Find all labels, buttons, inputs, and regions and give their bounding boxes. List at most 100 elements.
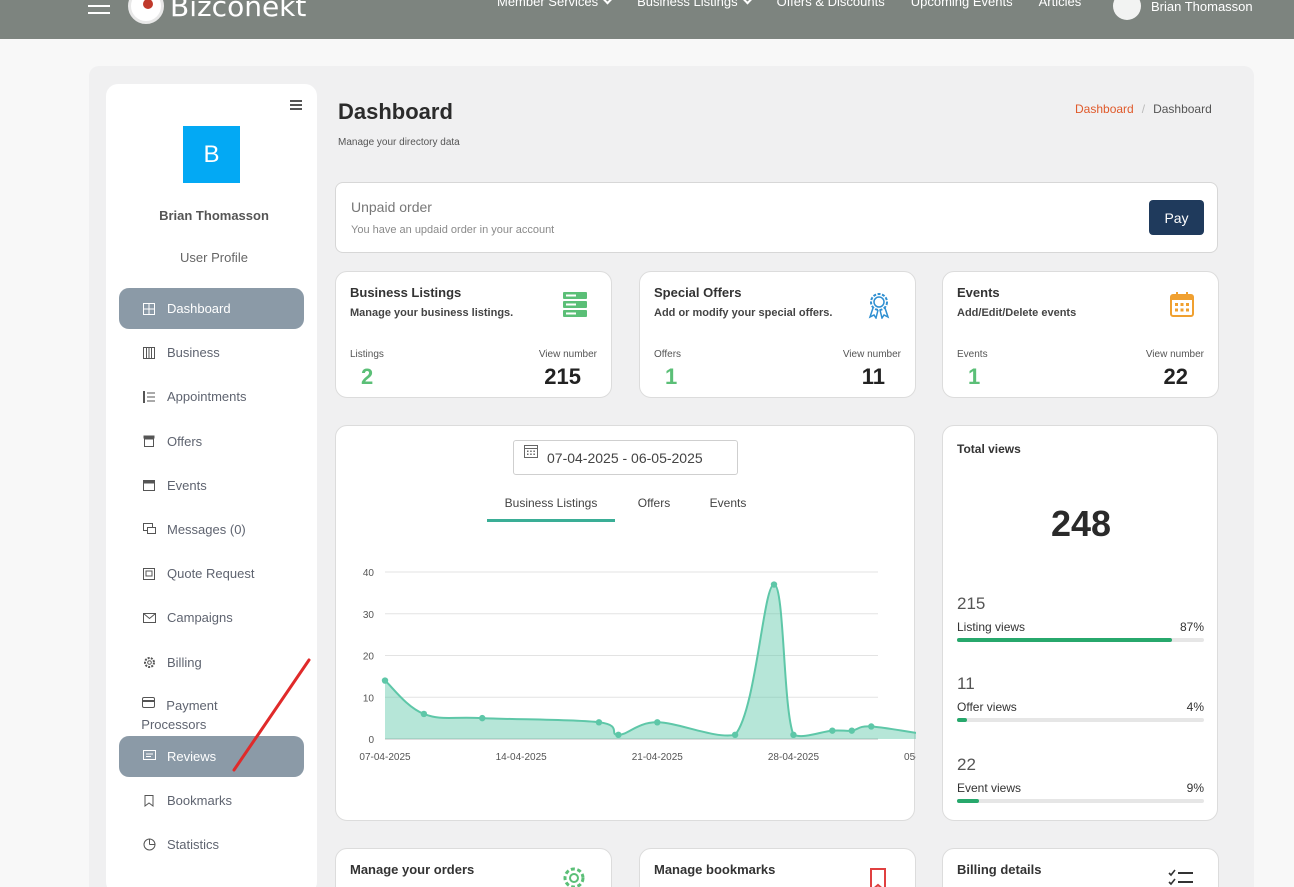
sidebar-item-offers[interactable]: Offers bbox=[119, 421, 304, 462]
offer-views-label: Offer views bbox=[957, 700, 1017, 714]
events-card[interactable]: Events Add/Edit/Delete events Events 1 V… bbox=[942, 271, 1219, 398]
breadcrumb-separator: / bbox=[1141, 102, 1146, 116]
sidebar-item-label: Offers bbox=[167, 433, 203, 449]
total-views-title: Total views bbox=[957, 442, 1021, 456]
sidebar-item-bookmarks[interactable]: Bookmarks bbox=[119, 780, 304, 821]
unpaid-order-text: You have an updaid order in your account bbox=[351, 224, 555, 236]
user-menu[interactable]: Brian Thomasson bbox=[1113, 0, 1253, 20]
top-navbar: Bizconekt Member Services Business Listi… bbox=[0, 0, 1294, 39]
nav-label: Offers & Discounts bbox=[776, 0, 885, 9]
user-profile-link[interactable]: User Profile bbox=[106, 250, 322, 265]
view-number-label: View number bbox=[1145, 349, 1204, 360]
nav-label: Articles bbox=[1038, 0, 1082, 9]
events-label: Events bbox=[957, 349, 988, 360]
card-title: Manage bookmarks bbox=[654, 862, 776, 877]
sidebar-item-label: Dashboard bbox=[167, 301, 231, 316]
sidebar-item-dashboard[interactable]: Dashboard bbox=[119, 288, 304, 329]
x-tick-label: 07-04-2025 bbox=[359, 752, 411, 763]
sidebar-item-label: Messages (0) bbox=[167, 521, 246, 537]
sidebar-item-appointments[interactable]: Appointments bbox=[119, 376, 304, 417]
messages-icon bbox=[142, 522, 156, 536]
sidebar-item-events[interactable]: Events bbox=[119, 465, 304, 506]
sidebar-item-label: Reviews bbox=[167, 748, 217, 764]
breadcrumb-current: Dashboard bbox=[1153, 102, 1212, 116]
listing-views-progress bbox=[957, 638, 1204, 642]
data-point bbox=[770, 581, 778, 588]
data-point bbox=[479, 714, 486, 722]
series-line bbox=[384, 583, 916, 738]
avatar: B bbox=[183, 126, 240, 183]
sidebar-item-quote-request[interactable]: Quote Request bbox=[119, 553, 304, 594]
nav-articles[interactable]: Articles bbox=[1039, 0, 1082, 9]
sidebar-toggle-icon[interactable] bbox=[290, 100, 302, 112]
event-views-value: 22 bbox=[957, 755, 976, 774]
archive-icon bbox=[142, 434, 156, 448]
card-subtitle: Add or modify your special offers. bbox=[654, 307, 833, 319]
card-title: Special Offers bbox=[654, 285, 742, 300]
manage-bookmarks-card[interactable]: Manage bookmarks bbox=[639, 848, 916, 887]
billing-details-card[interactable]: Billing details bbox=[942, 848, 1219, 887]
views-chart-card: 07-04-2025 - 06-05-2025 Business Listing… bbox=[335, 425, 916, 821]
progress-fill bbox=[957, 718, 967, 722]
progress-fill bbox=[957, 638, 1172, 642]
total-views-value: 248 bbox=[1050, 503, 1112, 544]
y-tick-label: 10 bbox=[363, 693, 375, 704]
view-number-value: 22 bbox=[1163, 364, 1188, 389]
y-tick-label: 20 bbox=[363, 652, 375, 663]
sidebar-item-label: Business bbox=[167, 345, 220, 361]
pay-button[interactable]: Pay bbox=[1149, 200, 1204, 235]
y-tick-label: 0 bbox=[368, 735, 374, 746]
nav-member-services[interactable]: Member Services bbox=[497, 0, 613, 9]
sidebar-item-campaigns[interactable]: Campaigns bbox=[119, 597, 304, 638]
nav-business-listings[interactable]: Business Listings bbox=[637, 0, 753, 9]
x-tick-label: 21-04-2025 bbox=[632, 752, 684, 763]
sidebar-user-name: Brian Thomasson bbox=[159, 208, 269, 223]
x-tick-label: 05-05-2025 bbox=[904, 752, 916, 763]
sidebar-item-business[interactable]: Business bbox=[119, 332, 304, 373]
main-nav: Member Services Business Listings Offers… bbox=[497, 0, 1107, 9]
unpaid-order-alert: Unpaid order You have an updaid order in… bbox=[335, 182, 1218, 253]
sidebar-item-messages[interactable]: Messages (0) bbox=[119, 509, 304, 550]
sidebar-item-reviews[interactable]: Reviews bbox=[119, 735, 304, 777]
site-logo[interactable]: Bizconekt bbox=[128, 0, 306, 26]
offers-label: Offers bbox=[654, 349, 682, 360]
gear-icon bbox=[563, 867, 585, 887]
menu-hamburger-icon[interactable] bbox=[88, 0, 110, 14]
sidebar-item-label: Statistics bbox=[167, 837, 220, 853]
breadcrumb-link[interactable]: Dashboard bbox=[1075, 102, 1134, 116]
sidebar-item-billing[interactable]: Billing bbox=[119, 642, 304, 683]
sidebar-item-payment-processors[interactable]: Payment Processors bbox=[119, 686, 304, 733]
y-tick-label: 40 bbox=[363, 568, 375, 579]
view-number-value: 11 bbox=[861, 364, 885, 389]
sidebar-item-statistics[interactable]: Statistics bbox=[119, 824, 304, 865]
sidebar-item-label: Payment Processors bbox=[141, 697, 218, 732]
data-point bbox=[615, 731, 622, 739]
nav-offers-discounts[interactable]: Offers & Discounts bbox=[777, 0, 885, 9]
page-subtitle: Manage your directory data bbox=[338, 137, 460, 148]
progress-fill bbox=[957, 799, 980, 803]
data-point bbox=[731, 731, 739, 739]
building-icon bbox=[142, 346, 156, 360]
nav-upcoming-events[interactable]: Upcoming Events bbox=[911, 0, 1013, 9]
user-menu-name: Brian Thomasson bbox=[1151, 0, 1253, 14]
card-title: Business Listings bbox=[350, 285, 462, 300]
x-tick-label: 28-04-2025 bbox=[768, 752, 820, 763]
listing-views-value: 215 bbox=[957, 594, 986, 613]
views-area-chart: 0 10 20 30 40 07-04-2025 14-04-2025 21-04-2025 2… bbox=[359, 568, 916, 763]
chevron-down-icon bbox=[602, 0, 613, 5]
sidebar-item-label: Bookmarks bbox=[167, 793, 233, 809]
manage-orders-card[interactable]: Manage your orders bbox=[335, 848, 612, 887]
listing-views-label: Listing views bbox=[957, 620, 1026, 634]
business-listings-card[interactable]: Business Listings Manage your business l… bbox=[335, 271, 612, 398]
listings-count: 2 bbox=[361, 364, 374, 389]
bookmark-icon bbox=[870, 868, 886, 887]
nav-label: Member Services bbox=[497, 0, 599, 9]
page-title: Dashboard bbox=[338, 99, 453, 124]
data-point bbox=[381, 677, 389, 684]
card-subtitle: Manage your business listings. bbox=[350, 307, 514, 319]
events-count: 1 bbox=[968, 364, 981, 389]
data-point bbox=[868, 723, 875, 730]
special-offers-card[interactable]: Special Offers Add or modify your specia… bbox=[639, 271, 916, 398]
review-icon bbox=[142, 749, 156, 763]
sidebar-menu: Dashboard Business Appointments Offers E… bbox=[119, 288, 304, 868]
